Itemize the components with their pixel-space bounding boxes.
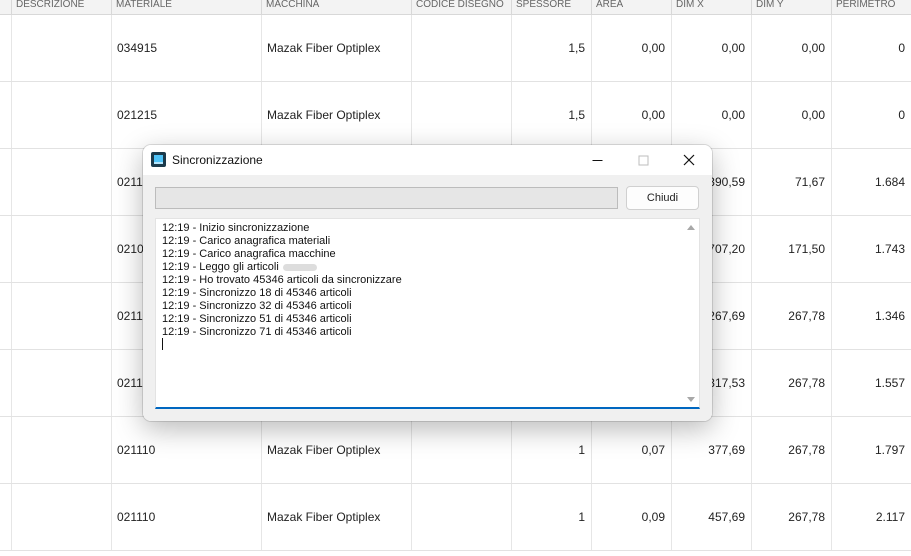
header-macchina[interactable]: MACCHINA [262, 0, 412, 14]
row-gutter[interactable] [0, 484, 12, 550]
minimize-button[interactable] [574, 145, 620, 175]
cell-dim-y[interactable]: 0,00 [752, 82, 832, 148]
row-gutter[interactable] [0, 283, 12, 349]
cell-spessore[interactable]: 1 [512, 484, 592, 550]
cell-area[interactable]: 0,00 [592, 82, 672, 148]
log-line: 12:19 - Sincronizzo 51 di 45346 articoli [162, 313, 352, 325]
log-line: 12:19 - Ho trovato 45346 articoli da sin… [162, 274, 402, 286]
cell-area[interactable]: 0,09 [592, 484, 672, 550]
cell-perimetro[interactable]: 0 [832, 15, 911, 81]
log-line: 12:19 - Sincronizzo 32 di 45346 articoli [162, 300, 352, 312]
row-gutter[interactable] [0, 350, 12, 416]
text-caret [162, 338, 163, 350]
cell-codice-disegno[interactable] [412, 484, 512, 550]
cell-macchina[interactable]: Mazak Fiber Optiplex [262, 484, 412, 550]
cell-perimetro[interactable]: 1.684 [832, 149, 911, 215]
cell-materiale[interactable]: 034915 [112, 15, 262, 81]
app-icon [151, 152, 166, 167]
cell-descrizione[interactable] [12, 417, 112, 483]
cell-materiale[interactable]: 021110 [112, 484, 262, 550]
cell-dim-y[interactable]: 71,67 [752, 149, 832, 215]
log-scrollbar[interactable] [684, 220, 698, 407]
cell-descrizione[interactable] [12, 350, 112, 416]
cell-descrizione[interactable] [12, 15, 112, 81]
table-row[interactable]: 034915 Mazak Fiber Optiplex 1,5 0,00 0,00 0,0… [0, 15, 911, 82]
row-gutter[interactable] [0, 82, 12, 148]
header-spessore[interactable]: SPESSORE [512, 0, 592, 14]
cell-dim-y[interactable]: 267,78 [752, 350, 832, 416]
grid-header: DESCRIZIONE MATERIALE MACCHINA CODICE DI… [0, 0, 911, 15]
row-gutter[interactable] [0, 149, 12, 215]
cell-perimetro[interactable]: 1.346 [832, 283, 911, 349]
redacted-text [282, 263, 317, 271]
cell-descrizione[interactable] [12, 216, 112, 282]
chiudi-button[interactable]: Chiudi [626, 186, 699, 210]
dialog-title: Sincronizzazione [172, 153, 263, 167]
cell-perimetro[interactable]: 1.797 [832, 417, 911, 483]
dialog-titlebar[interactable]: Sincronizzazione [143, 145, 712, 175]
window-close-button[interactable] [666, 145, 712, 175]
header-dim-x[interactable]: DIM X [672, 0, 752, 14]
cell-spessore[interactable]: 1,5 [512, 15, 592, 81]
sync-progress-bar [155, 187, 618, 209]
cell-codice-disegno[interactable] [412, 15, 512, 81]
sync-dialog: Sincronizzazione Chiudi 12:19 - Inizio s… [143, 145, 712, 421]
row-gutter[interactable] [0, 417, 12, 483]
cell-dim-x[interactable]: 457,69 [672, 484, 752, 550]
sync-log-textarea[interactable]: 12:19 - Inizio sincronizzazione 12:19 - C… [155, 218, 700, 409]
cell-descrizione[interactable] [12, 82, 112, 148]
maximize-icon [638, 155, 648, 165]
cell-dim-x[interactable]: 377,69 [672, 417, 752, 483]
table-row[interactable]: 021110 Mazak Fiber Optiplex 1 0,09 457,69 267… [0, 484, 911, 551]
maximize-button [620, 145, 666, 175]
cell-dim-y[interactable]: 267,78 [752, 283, 832, 349]
cell-perimetro[interactable]: 1.557 [832, 350, 911, 416]
header-perimetro[interactable]: PERIMETRO [832, 0, 911, 14]
log-line: 12:19 - Carico anagrafica macchine [162, 248, 336, 260]
cell-descrizione[interactable] [12, 283, 112, 349]
cell-perimetro[interactable]: 2.117 [832, 484, 911, 550]
cell-dim-x[interactable]: 0,00 [672, 82, 752, 148]
scroll-up-arrow-icon [687, 225, 695, 230]
header-cell-gutter [0, 0, 12, 14]
cell-area[interactable]: 0,07 [592, 417, 672, 483]
scroll-down-arrow-icon [687, 397, 695, 402]
cell-macchina[interactable]: Mazak Fiber Optiplex [262, 82, 412, 148]
log-line: 12:19 - Sincronizzo 18 di 45346 articoli [162, 287, 352, 299]
log-line: 12:19 - Carico anagrafica materiali [162, 235, 331, 247]
header-descrizione[interactable]: DESCRIZIONE [12, 0, 112, 14]
cell-perimetro[interactable]: 1.743 [832, 216, 911, 282]
cell-spessore[interactable]: 1,5 [512, 82, 592, 148]
cell-spessore[interactable]: 1 [512, 417, 592, 483]
minimize-icon [592, 159, 602, 161]
cell-area[interactable]: 0,00 [592, 15, 672, 81]
cell-dim-y[interactable]: 171,50 [752, 216, 832, 282]
cell-materiale[interactable]: 021215 [112, 82, 262, 148]
row-gutter[interactable] [0, 216, 12, 282]
row-gutter[interactable] [0, 15, 12, 81]
log-line: 12:19 - Sincronizzo 71 di 45346 articoli [162, 326, 352, 338]
cell-perimetro[interactable]: 0 [832, 82, 911, 148]
cell-macchina[interactable]: Mazak Fiber Optiplex [262, 417, 412, 483]
cell-dim-y[interactable]: 267,78 [752, 417, 832, 483]
close-icon [683, 154, 695, 166]
header-area[interactable]: AREA [592, 0, 672, 14]
log-line: 12:19 - Inizio sincronizzazione [162, 222, 310, 234]
cell-codice-disegno[interactable] [412, 82, 512, 148]
cell-materiale[interactable]: 021110 [112, 417, 262, 483]
header-materiale[interactable]: MATERIALE [112, 0, 262, 14]
cell-codice-disegno[interactable] [412, 417, 512, 483]
cell-descrizione[interactable] [12, 484, 112, 550]
header-codice-disegno[interactable]: CODICE DISEGNO [412, 0, 512, 14]
cell-dim-y[interactable]: 0,00 [752, 15, 832, 81]
table-row[interactable]: 021215 Mazak Fiber Optiplex 1,5 0,00 0,00 0,0… [0, 82, 911, 149]
cell-dim-y[interactable]: 267,78 [752, 484, 832, 550]
log-line: 12:19 - Leggo gli articoli [162, 261, 317, 274]
cell-dim-x[interactable]: 0,00 [672, 15, 752, 81]
cell-descrizione[interactable] [12, 149, 112, 215]
cell-macchina[interactable]: Mazak Fiber Optiplex [262, 15, 412, 81]
header-dim-y[interactable]: DIM Y [752, 0, 832, 14]
table-row[interactable]: 021110 Mazak Fiber Optiplex 1 0,07 377,69 267… [0, 417, 911, 484]
